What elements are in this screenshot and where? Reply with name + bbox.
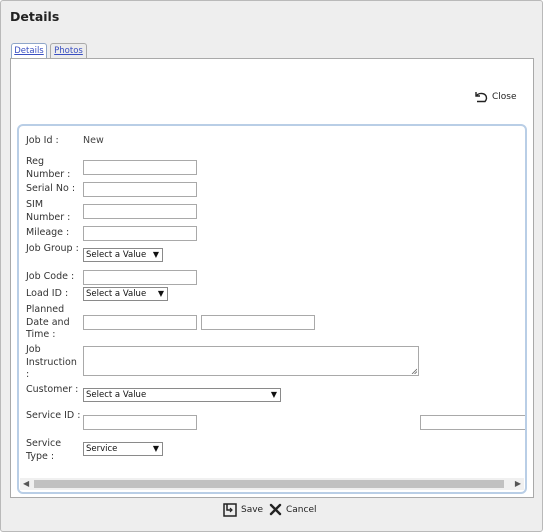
load-id-selected: Select a Value — [86, 289, 147, 299]
job-instruction-textarea[interactable] — [83, 346, 419, 376]
sim-number-field[interactable] — [83, 204, 197, 219]
scroll-right-icon[interactable]: ▶ — [515, 478, 521, 490]
job-form: Job Id : New Reg Number : Serial No : SI… — [17, 124, 527, 494]
close-x-icon — [269, 503, 282, 516]
dropdown-arrow-icon: ▼ — [152, 250, 159, 259]
customer-selected: Select a Value — [86, 390, 147, 400]
job-instruction-label: Job Instruction : — [26, 344, 77, 380]
tab-photos[interactable]: Photos — [50, 43, 87, 58]
scroll-left-icon[interactable]: ◀ — [23, 478, 29, 490]
job-code-field[interactable] — [83, 270, 197, 285]
dialog-title: Details — [10, 9, 60, 24]
serial-no-field[interactable] — [83, 182, 197, 197]
service-type-label: Service Type : — [26, 438, 62, 462]
dropdown-arrow-icon: ▼ — [152, 444, 159, 453]
save-button[interactable]: Save — [223, 503, 263, 517]
reg-number-label: Reg Number : — [26, 156, 71, 180]
tab-details[interactable]: Details — [11, 43, 47, 59]
save-label: Save — [241, 505, 264, 515]
mileage-field[interactable] — [83, 226, 197, 241]
planned-date-time-label: Planned Date and Time : — [26, 304, 70, 340]
load-id-select[interactable]: Select a Value ▼ — [83, 287, 168, 301]
dropdown-arrow-icon: ▼ — [270, 390, 277, 399]
dropdown-arrow-icon: ▼ — [157, 289, 164, 298]
scrollbar-thumb[interactable] — [34, 480, 504, 488]
close-button[interactable]: Close — [473, 89, 517, 105]
load-id-label: Load ID : — [26, 288, 69, 299]
job-group-select[interactable]: Select a Value ▼ — [83, 248, 163, 262]
service-id-field[interactable] — [83, 415, 197, 430]
dialog-footer: Save Cancel — [1, 503, 542, 523]
resize-grip-icon[interactable] — [411, 368, 417, 374]
save-icon — [223, 503, 237, 517]
mileage-label: Mileage : — [26, 227, 70, 238]
undo-arrow-icon — [475, 92, 488, 103]
cancel-button[interactable]: Cancel — [269, 503, 317, 516]
service-type-selected: Service — [86, 444, 118, 454]
job-id-label: Job Id : — [26, 135, 59, 146]
planned-time-field[interactable] — [201, 315, 315, 330]
job-id-value: New — [83, 135, 104, 146]
cancel-label: Cancel — [286, 504, 317, 515]
horizontal-scrollbar[interactable]: ◀ ▶ — [20, 478, 524, 490]
service-id-secondary-field[interactable] — [420, 415, 525, 430]
serial-no-label: Serial No : — [26, 183, 76, 194]
details-dialog: Details Details Photos Close Job Id : Ne… — [0, 0, 543, 532]
planned-date-field[interactable] — [83, 315, 197, 330]
job-code-label: Job Code : — [26, 271, 75, 282]
reg-number-field[interactable] — [83, 160, 197, 175]
customer-select[interactable]: Select a Value ▼ — [83, 388, 281, 402]
close-label: Close — [492, 92, 517, 102]
job-group-label: Job Group : — [26, 243, 79, 254]
service-type-select[interactable]: Service ▼ — [83, 442, 163, 456]
service-id-label: Service ID : — [26, 410, 81, 421]
job-group-selected: Select a Value — [86, 250, 147, 260]
customer-label: Customer : — [26, 384, 79, 395]
details-panel: Close Job Id : New Reg Number : Serial N… — [10, 58, 534, 498]
sim-number-label: SIM Number : — [26, 199, 71, 223]
